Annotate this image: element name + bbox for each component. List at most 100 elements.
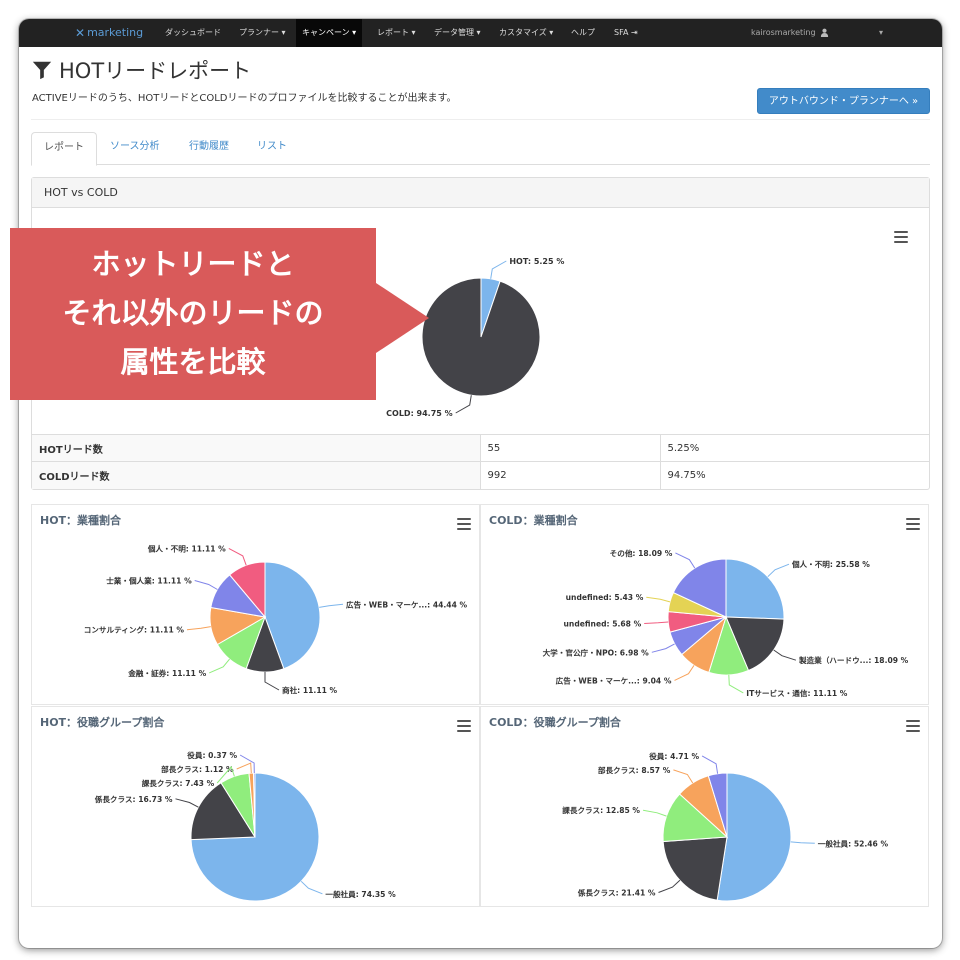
nav-planner-label: プランナー	[239, 28, 279, 37]
callout-arrow	[376, 283, 429, 353]
pie-slice[interactable]	[662, 836, 728, 901]
row-count: 55	[479, 434, 660, 462]
pie-data-label: 係長クラス: 21.41 %	[578, 888, 656, 898]
nav-report[interactable]: レポート ▾	[371, 19, 422, 47]
page-description: ACTIVEリードのうち、HOTリードとCOLDリードのプロファイルを比較するこ…	[32, 93, 457, 104]
pie-label-connector	[673, 769, 694, 784]
pie-label-connector	[194, 580, 218, 590]
tab-source-analysis[interactable]: ソース分析	[98, 132, 172, 165]
pie-label-connector	[490, 260, 507, 279]
report-tabs: レポート ソース分析 行動履歴 リスト	[31, 132, 930, 166]
pie-label-connector	[175, 798, 199, 808]
pie-data-label: 士業・個人業: 11.11 %	[106, 576, 192, 586]
pie-label-connector	[239, 754, 255, 774]
pie-label-connector	[674, 665, 695, 681]
pie-data-label: 商社: 11.11 %	[282, 685, 338, 695]
brand-mark-icon: ✕	[75, 26, 86, 40]
funnel-icon	[32, 61, 52, 80]
pie-data-label: 部長クラス: 1.12 %	[161, 764, 234, 774]
browser-window: ✕ marketing ダッシュボード プランナー ▾ キャンペーン ▾ レポー…	[19, 19, 942, 948]
chart-menu-icon[interactable]	[457, 720, 471, 732]
pie-data-label: 役員: 0.37 %	[187, 750, 237, 760]
pie-data-label: 広告・WEB・マーケ...: 9.04 %	[556, 675, 672, 685]
pie-data-label: 大学・官公庁・NPO: 6.98 %	[543, 647, 650, 657]
cold-industry-pie: 個人・不明: 25.58 % 製造業（ハードウ...: 18.09 % ITサービス…	[543, 548, 909, 698]
pie-label-connector	[643, 809, 667, 817]
hot-industry-chart: 広告・WEB・マーケ...: 44.44 % 商社: 11.11 % 個人・不明: …	[31, 504, 480, 705]
pie-data-label: コンサルティング: 11.11 %	[84, 625, 185, 635]
lead-count-table: HOTリード数 55 5.25% COLDリード数 992 94.75%	[32, 434, 929, 489]
pie-data-label: 広告・WEB・マーケ...: 44.44 %	[346, 599, 468, 609]
cold-position-pie: 一般社員: 52.46 % 役員: 4.71 % 部長クラス: 8.57 % 課長クラ…	[562, 751, 888, 902]
pie-slice[interactable]	[716, 772, 792, 902]
pie-label-connector	[773, 649, 797, 661]
tab-list[interactable]: リスト	[245, 132, 299, 165]
pie-label-connector	[767, 563, 790, 578]
chart-menu-icon[interactable]	[457, 518, 471, 530]
pie-data-label: 役員: 4.71 %	[649, 751, 699, 761]
pie-data-label: 課長クラス: 7.43 %	[142, 778, 215, 788]
user-name[interactable]: kairosmarketing	[751, 19, 816, 47]
pie-label-connector	[646, 596, 671, 603]
pie-data-label: 一般社員: 74.35 %	[325, 889, 396, 899]
page-title-text: HOTリードレポート	[59, 59, 252, 83]
callout-line: ホットリードと	[91, 247, 295, 281]
pie-data-label: その他: 18.09 %	[610, 548, 673, 558]
row-percent: 94.75%	[659, 461, 929, 489]
nav-campaign[interactable]: キャンペーン ▾	[296, 19, 363, 47]
nav-dashboard[interactable]: ダッシュボード	[159, 19, 227, 47]
chart-menu-icon[interactable]	[906, 518, 920, 530]
chart-menu-icon[interactable]	[894, 231, 908, 243]
callout-text: ホットリードと それ以外のリードの 属性を比較	[10, 240, 376, 387]
pie-label-connector	[790, 841, 815, 844]
nav-sfa[interactable]: SFA ⇥	[608, 19, 644, 47]
pie-data-label: COLD: 94.75 %	[386, 409, 453, 418]
pie-data-label: undefined: 5.68 %	[564, 619, 642, 628]
pie-data-label: 個人・不明: 11.11 %	[147, 543, 226, 553]
tab-activity-history[interactable]: 行動履歴	[177, 132, 241, 165]
pie-label-connector	[651, 643, 675, 653]
callout-line: それ以外のリードの	[62, 296, 324, 330]
pie-label-connector	[209, 658, 230, 674]
pie-data-label: ITサービス・通信: 11.11 %	[746, 688, 848, 698]
pie-label-connector	[455, 395, 472, 414]
nav-campaign-label: キャンペーン	[302, 28, 350, 37]
nav-data-management-label: データ管理	[434, 28, 474, 37]
pie-label-connector	[644, 621, 669, 624]
nav-customize[interactable]: カスタマイズ ▾	[493, 19, 559, 47]
header-divider	[31, 119, 930, 120]
pie-data-label: 個人・不明: 25.58 %	[791, 559, 870, 569]
cold-position-chart: 一般社員: 52.46 % 役員: 4.71 % 部長クラス: 8.57 % 課長クラ…	[480, 706, 929, 907]
chart-menu-icon[interactable]	[906, 720, 920, 732]
nav-planner[interactable]: プランナー ▾	[233, 19, 292, 47]
nav-help[interactable]: ヘルプ	[565, 19, 601, 47]
brand-logo[interactable]: ✕ marketing	[75, 19, 143, 47]
nav-report-label: レポート	[377, 28, 409, 37]
panel-title: HOT vs COLD	[32, 178, 929, 208]
external-link-icon: ⇥	[630, 28, 638, 37]
pie-label-connector	[300, 880, 323, 895]
row-label: HOTリード数	[32, 434, 480, 462]
page-title: HOTリードレポート	[31, 55, 251, 85]
nav-sfa-label: SFA	[614, 28, 629, 37]
table-row: HOTリード数 55 5.25%	[32, 434, 929, 462]
nav-data-management[interactable]: データ管理 ▾	[428, 19, 487, 47]
pie-slice[interactable]	[421, 277, 541, 397]
pie-data-label: 課長クラス: 12.85 %	[562, 805, 640, 815]
brand-name: marketing	[87, 26, 144, 39]
pie-slice[interactable]	[725, 558, 785, 620]
pie-label-connector	[228, 547, 247, 566]
chart-title: COLD：業種割合	[489, 514, 578, 527]
row-percent: 5.25%	[659, 434, 929, 462]
table-row: COLDリード数 992 94.75%	[32, 461, 929, 489]
pie-data-label: 係長クラス: 16.73 %	[95, 794, 173, 804]
tab-report[interactable]: レポート	[31, 132, 97, 166]
user-menu-caret-icon[interactable]: ▾	[879, 19, 883, 47]
hot-position-chart: 一般社員: 74.35 % 役員: 0.37 % 部長クラス: 1.12 % 課長クラ…	[31, 706, 480, 907]
pie-data-label: 金融・証券: 11.11 %	[127, 668, 206, 678]
chart-title: HOT：業種割合	[40, 514, 122, 527]
pie-data-label: 部長クラス: 8.57 %	[598, 765, 671, 775]
pie-label-connector	[236, 762, 252, 774]
user-icon[interactable]	[820, 19, 829, 47]
outbound-planner-button[interactable]: アウトバウンド・プランナーへ »	[757, 88, 930, 114]
